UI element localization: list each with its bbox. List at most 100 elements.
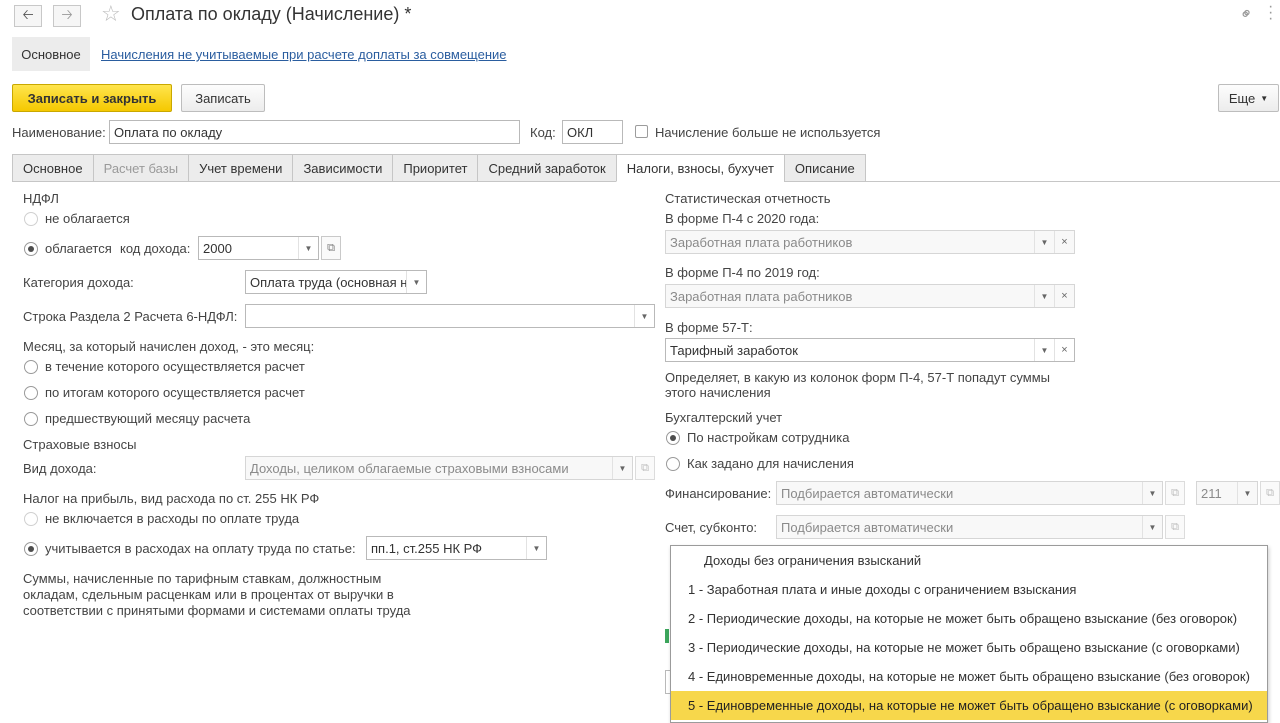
- income-code-label: код дохода:: [120, 241, 191, 256]
- save-button[interactable]: Записать: [181, 84, 265, 112]
- dropdown-arrow-icon[interactable]: ▼: [1034, 285, 1054, 307]
- financing-code-select[interactable]: 211 ▼: [1196, 481, 1258, 505]
- 6ndfl-row-label: Строка Раздела 2 Расчета 6-НДФЛ:: [23, 309, 238, 324]
- p4-2020-label: В форме П-4 с 2020 года:: [665, 211, 820, 226]
- tab-time-tracking[interactable]: Учет времени: [188, 154, 293, 182]
- f57-value: Тарифный заработок: [670, 342, 798, 358]
- code-input[interactable]: ОКЛ: [562, 120, 623, 144]
- ndfl-not-taxed-radio[interactable]: [24, 212, 38, 226]
- p4-2019-select[interactable]: Заработная плата работников ▼ ×: [665, 284, 1075, 308]
- income-code-input[interactable]: 2000 ▼: [198, 236, 319, 260]
- tab-taxes[interactable]: Налоги, взносы, бухучет: [615, 154, 784, 182]
- back-button[interactable]: 🡠: [14, 5, 42, 27]
- 6ndfl-row-select[interactable]: ▼: [245, 304, 655, 328]
- tab-description[interactable]: Описание: [783, 154, 866, 182]
- month-option-during-label: в течение которого осуществляется расчет: [45, 359, 305, 374]
- dropdown-option[interactable]: 2 - Периодические доходы, на которые не …: [671, 604, 1267, 633]
- open-icon[interactable]: ⧉: [635, 456, 655, 480]
- dropdown-arrow-icon[interactable]: ▼: [634, 305, 654, 327]
- profit-note-line1: Суммы, начисленные по тарифным ставкам, …: [23, 571, 382, 586]
- stats-note-line2: этого начисления: [665, 385, 771, 400]
- income-code-value: 2000: [203, 240, 232, 256]
- profit-excluded-radio[interactable]: [24, 512, 38, 526]
- save-and-close-button[interactable]: Записать и закрыть: [12, 84, 172, 112]
- profit-note-line2: окладам, сдельным расценкам или в процен…: [23, 587, 394, 602]
- dropdown-option[interactable]: 4 - Единовременные доходы, на которые не…: [671, 662, 1267, 691]
- more-button[interactable]: Еще ▼: [1218, 84, 1279, 112]
- more-label: Еще: [1228, 90, 1256, 106]
- ndfl-not-taxed-label: не облагается: [45, 211, 130, 226]
- profit-article-select[interactable]: пп.1, ст.255 НК РФ ▼: [366, 536, 547, 560]
- more-menu-icon[interactable]: · · ·: [1268, 0, 1273, 27]
- income-kind-select[interactable]: Доходы, целиком облагаемые страховыми вз…: [245, 456, 633, 480]
- dropdown-arrow-icon[interactable]: ▼: [1142, 482, 1162, 504]
- month-option-after-label: по итогам которого осуществляется расчет: [45, 385, 305, 400]
- link-icon[interactable]: ⚭: [1235, 2, 1259, 26]
- tab-main[interactable]: Основное: [12, 154, 93, 182]
- unused-checkbox[interactable]: [635, 125, 648, 138]
- open-icon[interactable]: ⧉: [1165, 515, 1185, 539]
- dropdown-option-selected[interactable]: 5 - Единовременные доходы, на которые не…: [671, 691, 1267, 720]
- tab-priority[interactable]: Приоритет: [392, 154, 478, 182]
- section-link-not-counted[interactable]: Начисления не учитываемые при расчете до…: [101, 47, 507, 62]
- profit-note-line3: соответствии с принятыми формами и систе…: [23, 603, 411, 618]
- acc-by-employee-radio[interactable]: [666, 431, 680, 445]
- arrow-right-icon: 🡢: [61, 6, 73, 22]
- dropdown-option[interactable]: 1 - Заработная плата и иные доходы с огр…: [671, 575, 1267, 604]
- dropdown-arrow-icon[interactable]: ▼: [406, 271, 426, 293]
- acc-as-set-radio[interactable]: [666, 457, 680, 471]
- dropdown-arrow-icon[interactable]: ▼: [1142, 516, 1162, 538]
- acc-by-employee-label: По настройкам сотрудника: [687, 430, 850, 445]
- month-option-previous-radio[interactable]: [24, 412, 38, 426]
- tab-average-earnings[interactable]: Средний заработок: [477, 154, 616, 182]
- stats-note-line1: Определяет, в какую из колонок форм П-4,…: [665, 370, 1051, 385]
- clear-icon[interactable]: ×: [1054, 339, 1074, 361]
- ndfl-taxed-radio[interactable]: [24, 242, 38, 256]
- dropdown-arrow-icon[interactable]: ▼: [1034, 339, 1054, 361]
- stats-heading: Статистическая отчетность: [665, 191, 831, 206]
- dropdown-option[interactable]: 3 - Периодические доходы, на которые не …: [671, 633, 1267, 662]
- section-main[interactable]: Основное: [12, 37, 90, 71]
- financing-select[interactable]: Подбирается автоматически ▼: [776, 481, 1163, 505]
- open-icon[interactable]: ⧉: [1165, 481, 1185, 505]
- withholding-dropdown-list[interactable]: Доходы без ограничения взысканий 1 - Зар…: [670, 545, 1268, 723]
- caret-down-icon: ▼: [1260, 93, 1269, 103]
- month-option-previous-label: предшествующий месяцу расчета: [45, 411, 251, 426]
- month-option-after-radio[interactable]: [24, 386, 38, 400]
- month-option-during-radio[interactable]: [24, 360, 38, 374]
- profit-article-value: пп.1, ст.255 НК РФ: [371, 540, 483, 556]
- account-select[interactable]: Подбирается автоматически ▼: [776, 515, 1163, 539]
- name-input[interactable]: Оплата по окладу: [109, 120, 520, 144]
- tab-dependencies[interactable]: Зависимости: [292, 154, 393, 182]
- profit-included-radio[interactable]: [24, 542, 38, 556]
- acc-as-set-label: Как задано для начисления: [687, 456, 854, 471]
- p4-2020-select[interactable]: Заработная плата работников ▼ ×: [665, 230, 1075, 254]
- ndfl-heading: НДФЛ: [23, 191, 59, 206]
- account-value: Подбирается автоматически: [781, 519, 954, 535]
- dropdown-arrow-icon[interactable]: ▼: [1034, 231, 1054, 253]
- clear-icon[interactable]: ×: [1054, 231, 1074, 253]
- p4-2019-value: Заработная плата работников: [670, 288, 853, 304]
- financing-label: Финансирование:: [665, 486, 772, 501]
- dropdown-arrow-icon[interactable]: ▼: [1237, 482, 1257, 504]
- tab-base-calc[interactable]: Расчет базы: [92, 154, 189, 182]
- financing-code-value: 211: [1201, 485, 1222, 501]
- profit-included-label: учитывается в расходах на оплату труда п…: [45, 541, 356, 556]
- hidden-heading-fragment: [665, 629, 669, 643]
- income-category-select[interactable]: Оплата труда (основная н ▼: [245, 270, 427, 294]
- dropdown-arrow-icon[interactable]: ▼: [612, 457, 632, 479]
- f57-select[interactable]: Тарифный заработок ▼ ×: [665, 338, 1075, 362]
- code-label: Код:: [530, 125, 556, 140]
- dropdown-arrow-icon[interactable]: ▼: [298, 237, 318, 259]
- open-icon[interactable]: ⧉: [1260, 481, 1280, 505]
- forward-button[interactable]: 🡢: [53, 5, 81, 27]
- favorite-star-icon[interactable]: ☆: [101, 1, 121, 27]
- income-category-value: Оплата труда (основная н: [250, 274, 408, 290]
- ndfl-taxed-label: облагается: [45, 241, 112, 256]
- open-icon[interactable]: ⧉: [321, 236, 341, 260]
- dropdown-arrow-icon[interactable]: ▼: [526, 537, 546, 559]
- income-kind-value: Доходы, целиком облагаемые страховыми вз…: [250, 460, 569, 476]
- profit-excluded-label: не включается в расходы по оплате труда: [45, 511, 300, 526]
- clear-icon[interactable]: ×: [1054, 285, 1074, 307]
- dropdown-option[interactable]: Доходы без ограничения взысканий: [671, 546, 1267, 575]
